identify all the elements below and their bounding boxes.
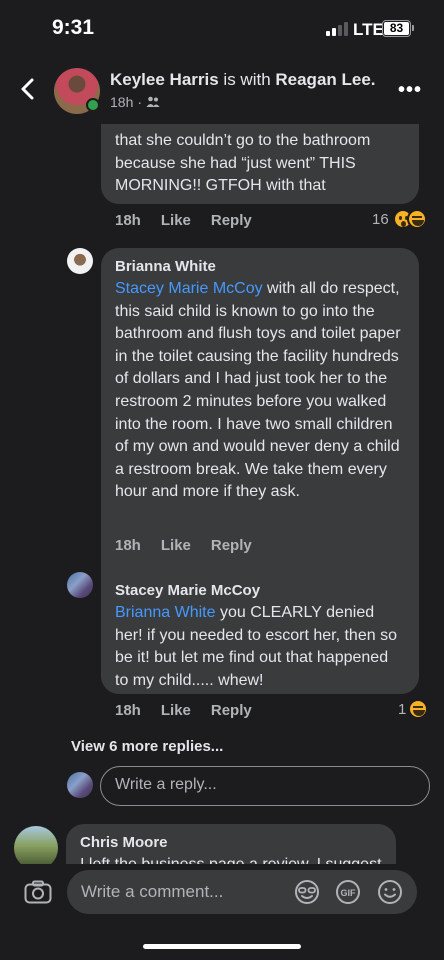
gif-icon[interactable]: GIF — [335, 879, 361, 905]
battery-cap — [412, 25, 414, 31]
author-name[interactable]: Keylee Harris — [110, 70, 219, 89]
status-time: 9:31 — [52, 16, 95, 39]
reaction-summary[interactable]: 16 — [372, 209, 427, 229]
camera-icon[interactable] — [24, 880, 52, 904]
comment-actions: 18h Like Reply — [115, 212, 252, 229]
back-icon[interactable] — [18, 77, 38, 101]
comment-composer: Write a comment... GIF — [0, 864, 444, 960]
post-time[interactable]: 18h — [110, 94, 133, 110]
friends-icon — [146, 96, 160, 107]
status-bar: 9:31 LTE 83 — [0, 0, 444, 58]
reply-button[interactable]: Reply — [211, 537, 252, 554]
commenter-name[interactable]: Brianna White — [115, 258, 405, 275]
home-indicator — [143, 944, 301, 949]
comment-text: Stacey Marie McCoy with all do respect, … — [115, 278, 405, 504]
comment-bubble: Chris Moore I left the business page a r… — [66, 824, 396, 864]
user-avatar — [67, 772, 93, 798]
comment-body: with all do respect, this said child is … — [115, 280, 401, 501]
meta-separator: · — [137, 94, 143, 110]
mention-link[interactable]: Brianna White — [115, 604, 216, 621]
commenter-avatar[interactable] — [67, 248, 93, 274]
reply-input[interactable]: Write a reply... — [100, 766, 430, 806]
mention-link[interactable]: Stacey Marie McCoy — [115, 280, 263, 297]
reaction-summary[interactable]: 1 — [398, 699, 429, 719]
commenter-avatar[interactable] — [14, 826, 58, 864]
comment-time[interactable]: 18h — [115, 537, 141, 554]
commenter-name[interactable]: Chris Moore — [80, 834, 382, 851]
post-header: Keylee Harris is with Reagan Lee. 18h · … — [0, 58, 444, 124]
like-button[interactable]: Like — [161, 212, 191, 229]
more-options-icon[interactable]: ••• — [398, 80, 422, 100]
comment-bubble: that she couldn’t go to the bathroom bec… — [101, 124, 419, 204]
comment-time[interactable]: 18h — [115, 702, 141, 719]
signal-icon — [326, 22, 348, 36]
commenter-avatar[interactable] — [67, 572, 93, 598]
commenter-name[interactable]: Stacey Marie McCoy — [115, 582, 405, 599]
like-button[interactable]: Like — [161, 537, 191, 554]
reply-button[interactable]: Reply — [211, 702, 252, 719]
view-more-replies-link[interactable]: View 6 more replies... — [71, 738, 223, 755]
tagged-name[interactable]: Reagan Lee. — [275, 70, 375, 89]
comment-text: Brianna White you CLEARLY denied her! if… — [115, 602, 405, 692]
haha-icon — [406, 209, 427, 229]
comment-input[interactable]: Write a comment... — [67, 870, 417, 914]
online-indicator — [86, 98, 100, 112]
with-text: is with — [218, 70, 276, 89]
comment-text: that she couldn’t go to the bathroom bec… — [115, 132, 371, 195]
battery-level: 83 — [384, 22, 409, 35]
comment-text: I left the business page a review. I sug… — [80, 854, 382, 864]
comment-time[interactable]: 18h — [115, 212, 141, 229]
battery-icon: 83 — [382, 20, 411, 37]
reaction-count: 1 — [398, 700, 407, 718]
like-button[interactable]: Like — [161, 702, 191, 719]
reply-button[interactable]: Reply — [211, 212, 252, 229]
comment-actions: 18h Like Reply — [115, 702, 252, 719]
comment-actions: 18h Like Reply — [115, 537, 252, 554]
reaction-count: 16 — [372, 210, 389, 228]
network-label: LTE — [353, 20, 384, 39]
gif-label: GIF — [341, 888, 357, 898]
comment-bubble: Stacey Marie McCoy Brianna White you CLE… — [101, 572, 419, 694]
post-meta: 18h · — [110, 94, 160, 110]
sticker-icon[interactable] — [294, 879, 320, 905]
comment-feed: that she couldn’t go to the bathroom bec… — [0, 124, 444, 864]
emoji-icon[interactable] — [377, 879, 403, 905]
haha-icon — [408, 699, 429, 719]
post-title[interactable]: Keylee Harris is with Reagan Lee. — [110, 70, 376, 90]
